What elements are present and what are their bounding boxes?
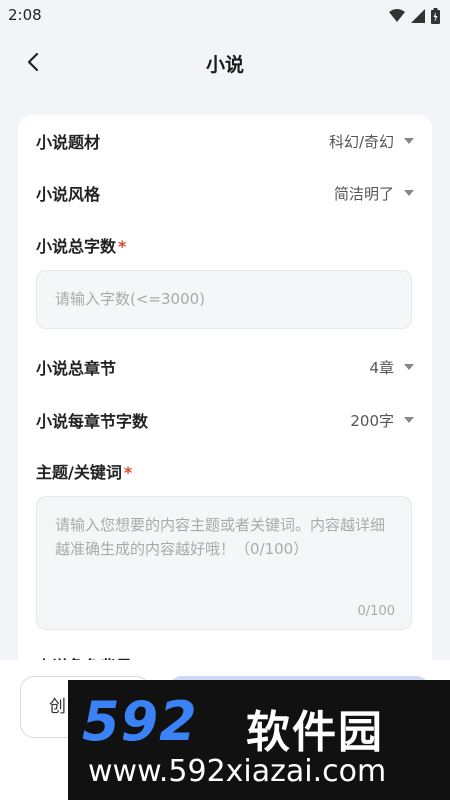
watermark-logo: 592: [82, 690, 198, 753]
keywords-label-row: 主题/关键词 *: [36, 459, 132, 483]
battery-icon: [431, 8, 440, 24]
genre-select[interactable]: 科幻/奇幻: [329, 131, 414, 152]
status-time: 2:08: [8, 6, 42, 24]
app-bar: 小说: [0, 32, 450, 96]
chapters-label: 小说总章节: [36, 359, 117, 378]
keywords-label: 主题/关键词: [36, 463, 122, 482]
required-mark: *: [118, 237, 127, 256]
word-count-label: 小说总字数: [36, 237, 117, 256]
word-count-input[interactable]: 请输入字数(<=3000): [36, 270, 412, 329]
watermark: 592 软件园 www.592xiazai.com: [68, 680, 450, 800]
status-icons: [389, 8, 440, 24]
wifi-icon: [389, 9, 405, 22]
style-select[interactable]: 简洁明了: [334, 183, 414, 204]
genre-row: 小说题材 科幻/奇幻: [36, 121, 414, 161]
chapters-value: 4章: [369, 358, 394, 377]
caret-down-icon: [404, 138, 414, 144]
word-count-label-row: 小说总字数 *: [36, 233, 126, 257]
style-row: 小说风格 简洁明了: [36, 173, 414, 213]
word-count-placeholder: 请输入字数(<=3000): [55, 290, 206, 308]
style-label: 小说风格: [36, 185, 101, 204]
caret-down-icon: [404, 364, 414, 370]
chapter-words-value: 200字: [350, 411, 394, 430]
watermark-brand: 软件园: [246, 707, 384, 758]
chapters-select[interactable]: 4章: [369, 357, 414, 378]
watermark-url: www.592xiazai.com: [88, 754, 387, 789]
chapter-words-select[interactable]: 200字: [350, 410, 414, 431]
signal-icon: [411, 9, 425, 23]
chapter-words-row: 小说每章节字数 200字: [36, 400, 414, 440]
keywords-textarea[interactable]: 请输入您想要的内容主题或者关键词。内容越详细越准确生成的内容越好哦！（0/100…: [36, 496, 412, 630]
keywords-counter: 0/100: [357, 604, 395, 619]
genre-value: 科幻/奇幻: [328, 132, 394, 151]
genre-label: 小说题材: [36, 133, 101, 152]
caret-down-icon: [404, 190, 414, 196]
required-mark: *: [123, 463, 133, 482]
status-bar: 2:08: [0, 0, 450, 32]
keywords-placeholder: 请输入您想要的内容主题或者关键词。内容越详细越准确生成的内容越好哦！（0/100…: [55, 516, 386, 558]
page-title: 小说: [205, 54, 244, 76]
chapter-words-label: 小说每章节字数: [36, 412, 149, 431]
style-value: 简洁明了: [333, 184, 394, 203]
chapters-row: 小说总章节 4章: [36, 347, 414, 387]
caret-down-icon: [404, 417, 414, 423]
form-card: 小说题材 科幻/奇幻 小说风格 简洁明了 小说总字数 * 请输入字数(<=3000…: [18, 115, 432, 675]
